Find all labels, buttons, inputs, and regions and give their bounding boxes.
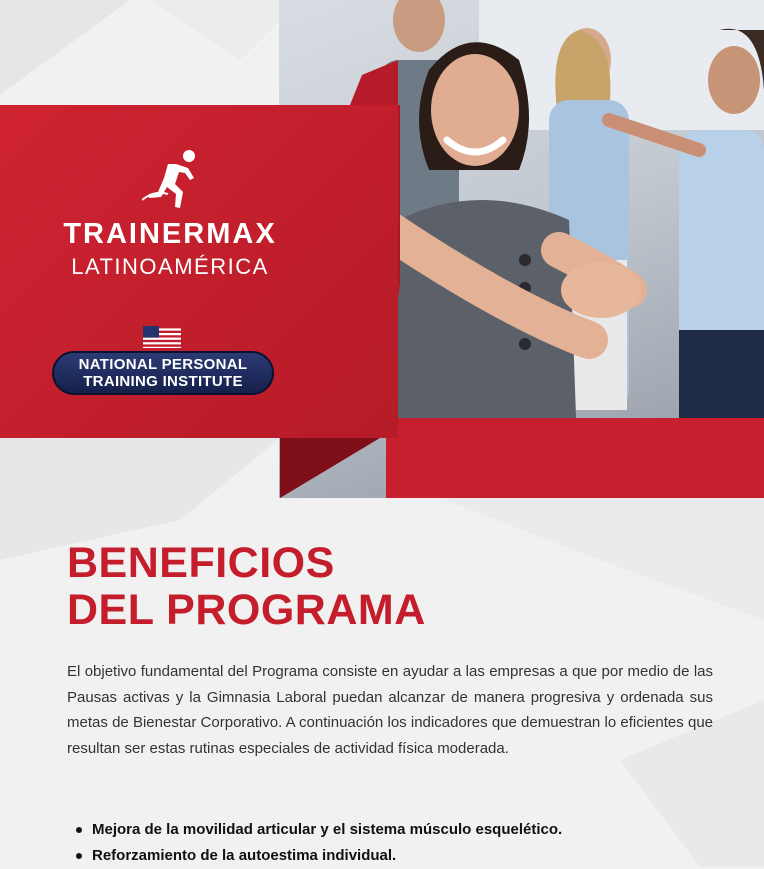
section-title-line1: BENEFICIOS [67, 539, 335, 587]
us-flag-icon [143, 326, 181, 353]
npti-line2: TRAINING INSTITUTE [83, 373, 243, 390]
npti-line1: NATIONAL PERSONAL [78, 356, 248, 373]
runner-icon [141, 148, 206, 215]
dark-accent-wedge [280, 432, 390, 498]
list-item: Mejora de la movilidad articular y el si… [72, 817, 562, 843]
section-title-line2: DEL PROGRAMA [67, 586, 426, 634]
benefit-text: Mejora de la movilidad articular y el si… [92, 821, 563, 838]
benefits-list: Mejora de la movilidad articular y el si… [72, 817, 562, 869]
brand-name: TRAINERMAX [63, 218, 277, 250]
bullet-icon [76, 853, 82, 859]
list-item: Reforzamiento de la autoestima individua… [72, 843, 562, 869]
npti-badge: NATIONAL PERSONAL TRAINING INSTITUTE [52, 351, 274, 395]
benefit-text: Reforzamiento de la autoestima individua… [92, 847, 397, 864]
section-title: BENEFICIOS DEL PROGRAMA [67, 540, 426, 634]
bullet-icon [76, 827, 82, 833]
brand-region: LATINOAMÉRICA [71, 254, 269, 279]
hero-red-band [386, 418, 764, 498]
section-paragraph: El objetivo fundamental del Programa con… [67, 663, 713, 757]
